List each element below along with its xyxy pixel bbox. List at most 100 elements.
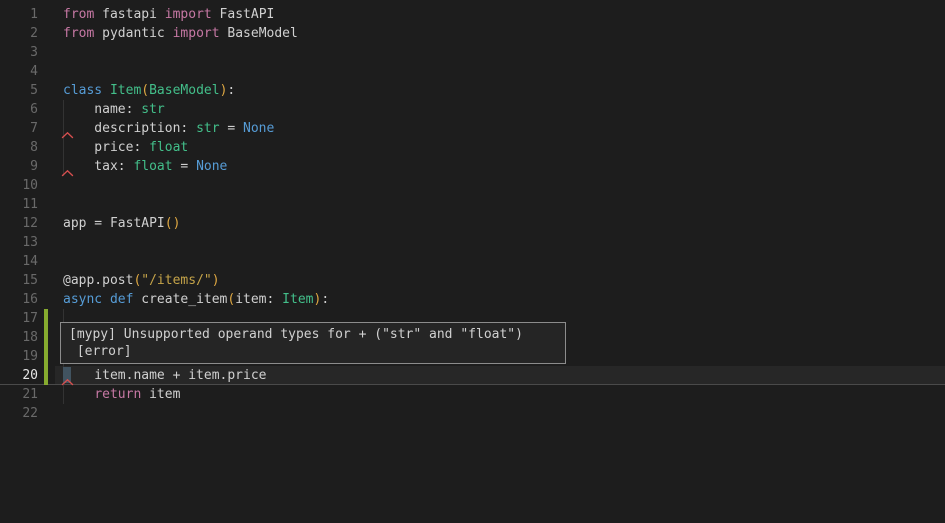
diagnostic-tooltip: [mypy] Unsupported operand types for + (…	[60, 322, 566, 364]
code-token: Item	[110, 83, 141, 98]
code-token: str	[196, 121, 219, 136]
diagnostic-error-squiggle-icon	[61, 131, 74, 139]
code-token: BaseModel	[149, 83, 219, 98]
code-token: BaseModel	[220, 26, 298, 41]
code-token: None	[243, 121, 274, 136]
code-token: Item	[282, 292, 313, 307]
code-text: tax: float = None	[63, 157, 227, 176]
code-token: ()	[165, 216, 181, 231]
code-token: "/items/"	[141, 273, 211, 288]
line-number: 15	[0, 271, 38, 290]
code-line[interactable]: 8 price: float	[0, 138, 945, 157]
code-token	[63, 387, 94, 402]
code-token: description:	[63, 121, 196, 136]
code-text: description: str = None	[63, 119, 274, 138]
diagnostic-error-squiggle-icon	[61, 169, 74, 177]
code-token: None	[196, 159, 227, 174]
code-text: from fastapi import FastAPI	[63, 5, 274, 24]
line-number: 8	[0, 138, 38, 157]
code-token: app = FastAPI	[63, 216, 165, 231]
code-token: async	[63, 292, 102, 307]
code-token: )	[212, 273, 220, 288]
line-number: 16	[0, 290, 38, 309]
code-line[interactable]: 20 item.name + item.price	[0, 366, 945, 385]
code-line[interactable]: 2 from pydantic import BaseModel	[0, 24, 945, 43]
code-text: item.name + item.price	[63, 366, 267, 385]
code-line[interactable]: 22	[0, 404, 945, 423]
diagnostic-error-squiggle-icon	[61, 378, 74, 386]
line-number: 13	[0, 233, 38, 252]
line-number: 9	[0, 157, 38, 176]
code-line[interactable]: 10	[0, 176, 945, 195]
git-added-indicator	[44, 328, 48, 347]
code-line[interactable]: 13	[0, 233, 945, 252]
code-token: FastAPI	[212, 7, 275, 22]
line-number: 20	[0, 366, 38, 385]
code-line[interactable]: 1 from fastapi import FastAPI	[0, 5, 945, 24]
code-token: str	[141, 102, 164, 117]
code-token: :	[227, 83, 235, 98]
code-token: item:	[235, 292, 282, 307]
code-token: @app.post	[63, 273, 133, 288]
code-token	[102, 292, 110, 307]
code-token: from	[63, 7, 94, 22]
line-number: 4	[0, 62, 38, 81]
code-line[interactable]: 7 description: str = None	[0, 119, 945, 138]
code-token: =	[173, 159, 196, 174]
line-number: 19	[0, 347, 38, 366]
line-number: 21	[0, 385, 38, 404]
code-line[interactable]: 4	[0, 62, 945, 81]
git-added-indicator	[44, 347, 48, 366]
line-number: 17	[0, 309, 38, 328]
code-line[interactable]: 14	[0, 252, 945, 271]
code-token: import	[165, 7, 212, 22]
line-number: 6	[0, 100, 38, 119]
code-text: async def create_item(item: Item):	[63, 290, 329, 309]
code-token	[102, 83, 110, 98]
code-line[interactable]: 12 app = FastAPI()	[0, 214, 945, 233]
code-token: def	[110, 292, 133, 307]
code-token: from	[63, 26, 94, 41]
code-line[interactable]: 11	[0, 195, 945, 214]
code-text: price: float	[63, 138, 188, 157]
code-text: return item	[63, 385, 180, 404]
line-number: 12	[0, 214, 38, 233]
code-token: (	[141, 83, 149, 98]
code-text: class Item(BaseModel):	[63, 81, 235, 100]
line-number: 18	[0, 328, 38, 347]
code-text: name: str	[63, 100, 165, 119]
code-token: class	[63, 83, 102, 98]
line-number: 2	[0, 24, 38, 43]
code-token: fastapi	[94, 7, 164, 22]
line-number: 10	[0, 176, 38, 195]
line-number: 14	[0, 252, 38, 271]
line-number: 7	[0, 119, 38, 138]
tooltip-message: [mypy] Unsupported operand types for + (…	[69, 326, 557, 343]
git-added-indicator	[44, 366, 48, 385]
code-token: price:	[63, 140, 149, 155]
code-line[interactable]: 6 name: str	[0, 100, 945, 119]
line-number: 1	[0, 5, 38, 24]
code-token: float	[149, 140, 188, 155]
code-token: pydantic	[94, 26, 172, 41]
code-token: name:	[63, 102, 141, 117]
code-line[interactable]: 16 async def create_item(item: Item):	[0, 290, 945, 309]
tooltip-severity: [error]	[69, 343, 557, 360]
code-line[interactable]: 15 @app.post("/items/")	[0, 271, 945, 290]
code-token: =	[220, 121, 243, 136]
code-line[interactable]: 5 class Item(BaseModel):	[0, 81, 945, 100]
code-line[interactable]: 21 return item	[0, 385, 945, 404]
git-added-indicator	[44, 309, 48, 328]
line-number: 22	[0, 404, 38, 423]
code-text: from pydantic import BaseModel	[63, 24, 298, 43]
code-token: item.name + item.price	[63, 368, 267, 383]
code-token: item	[141, 387, 180, 402]
line-number: 3	[0, 43, 38, 62]
code-line[interactable]: 9 tax: float = None	[0, 157, 945, 176]
line-number: 5	[0, 81, 38, 100]
code-editor: 1 from fastapi import FastAPI 2 from pydant…	[0, 0, 945, 523]
code-line[interactable]: 3	[0, 43, 945, 62]
code-text: @app.post("/items/")	[63, 271, 220, 290]
code-text: app = FastAPI()	[63, 214, 180, 233]
code-token: create_item	[133, 292, 227, 307]
